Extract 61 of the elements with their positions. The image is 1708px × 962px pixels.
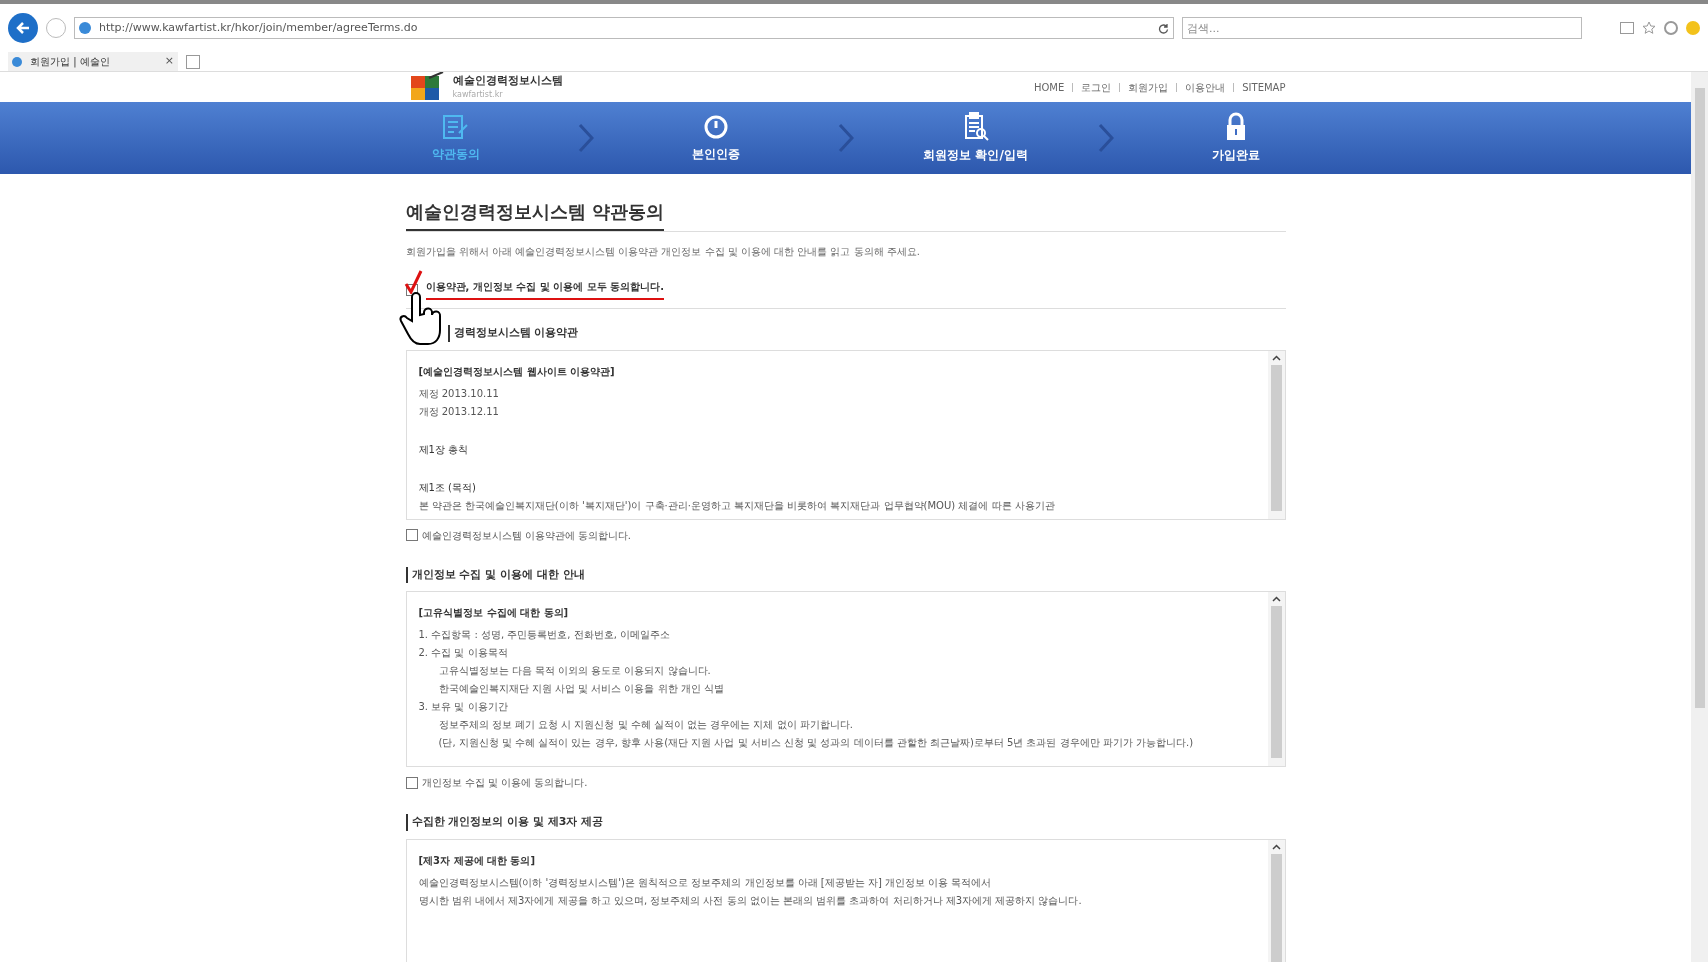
agree-label[interactable]: 개인정보 수집 및 이용에 동의합니다. <box>421 775 588 790</box>
terms-text: 명시한 범위 내에서 제3자에게 제공을 하고 있으며, 정보주체의 사전 동의 없이는 본래의 범위를 초과하여 처리하거나 제3자에게 제공하지 않습니다. <box>418 893 1083 908</box>
scrollbar[interactable] <box>1267 592 1285 766</box>
page-icon <box>79 22 91 34</box>
section-title: 수집한 개인정보의 이용 및 제3자 제공 <box>405 814 1286 831</box>
check-icon <box>403 269 424 294</box>
header-link[interactable]: 로그인 <box>1081 79 1112 95</box>
agree-all-label[interactable]: 이용약관, 개인정보 수집 및 이용에 모두 동의합니다. <box>425 279 664 300</box>
page-icon <box>12 56 22 67</box>
logo-title: 예술인경력정보시스템 <box>452 72 563 89</box>
chevron-icon <box>837 123 854 153</box>
clipboard-icon <box>962 112 989 142</box>
page-scrollbar[interactable] <box>1691 72 1708 962</box>
step-item: 가입완료 <box>1145 112 1326 164</box>
terms-text: 제1조 (목적) <box>418 480 477 495</box>
section-title: 개인정보 수집 및 이용에 대한 안내 <box>405 566 1286 583</box>
search-field[interactable]: 검색... <box>1182 17 1582 39</box>
terms-text: 정보주체의 정보 폐기 요청 시 지원신청 및 수혜 실적이 없는 경우에는 지체 없이 파기합니다. <box>437 718 854 732</box>
logo-subtitle: kawfartist.kr <box>452 89 504 102</box>
step-item: 약관동의 <box>365 113 546 163</box>
chevron-icon <box>577 123 594 153</box>
terms-text: 예술인경력정보시스템(이하 '경력정보시스템')은 원칙적으로 정보주체의 개인정보를 아래 [제공받는 자] 개인정보 이용 목적에서 <box>418 875 993 890</box>
back-icon[interactable] <box>8 13 38 43</box>
terms-text: 제정 2013.10.11 <box>418 386 500 401</box>
lock-icon <box>1224 112 1247 142</box>
browser-tab[interactable]: 회원가입 | 예술인 × <box>8 52 178 71</box>
intro-text: 회원가입을 위해서 아래 예술인경력정보시스템 이용약관 개인정보 수집 및 이용에 대한 안내를 읽고 동의해 주세요. <box>405 245 921 259</box>
terms-text: (단, 지원신청 및 수혜 실적이 있는 경우, 향후 사용(재단 지원 사업 및 서비스 신청 및 성과의 데이터를 관할한 최근날짜)로부터 5년 초과된 경우에만 파기가 가능합니다.) <box>437 736 1195 750</box>
scrollbar[interactable] <box>1267 839 1285 962</box>
terms-text: [제3자 제공에 대한 동의] <box>418 853 537 868</box>
header-link[interactable]: HOME <box>1033 79 1065 95</box>
chevron-icon <box>1097 123 1114 153</box>
refresh-icon[interactable] <box>1158 22 1169 34</box>
document-icon <box>440 113 471 141</box>
star-icon[interactable] <box>1642 21 1656 35</box>
agree-label[interactable]: 예술인경력정보시스템 이용약관에 동의합니다. <box>421 527 632 543</box>
terms-text: 한국예술인복지재단 지원 사업 및 서비스 이용을 위한 개인 식별 <box>437 682 725 696</box>
terms-text: [고유식별정보 수집에 대한 동의] <box>418 606 570 620</box>
header-link[interactable]: 회원가입 <box>1128 79 1169 95</box>
caret-up-icon[interactable] <box>1271 596 1281 602</box>
checkbox[interactable] <box>405 529 418 541</box>
terms-text: 2. 수집 및 이용목적 <box>418 646 509 660</box>
checkbox[interactable] <box>405 776 418 789</box>
logo-icon <box>410 72 445 102</box>
address-bar[interactable]: http://www.kawfartist.kr/hkor/join/member/agreeTerms.do <box>74 17 1174 39</box>
terms-text: 1. 수집항목 : 성명, 주민등록번호, 전화번호, 이메일주소 <box>418 628 672 642</box>
terms-text: 고유식별정보는 다음 목적 이외의 용도로 이용되지 않습니다. <box>437 664 712 678</box>
scrollbar[interactable] <box>1267 350 1285 519</box>
header-link[interactable]: SITEMAP <box>1242 79 1286 95</box>
terms-text: [예술인경력정보시스템 웹사이트 이용약관] <box>418 364 616 379</box>
terms-text: 본 약관은 한국예술인복지재단(이하 '복지재단')이 구축·관리·운영하고 복지재단을 비롯하여 복지재단과 업무협약(MOU) 체결에 따른 사용기관 <box>418 498 1056 513</box>
step-item: 회원정보 확인/입력 <box>885 112 1066 164</box>
header-link[interactable]: 이용안내 <box>1185 79 1226 95</box>
section-title: 경력정보시스템 이용약관 <box>447 325 1286 342</box>
terms-text: 제1장 총칙 <box>418 442 470 457</box>
caret-up-icon[interactable] <box>1271 843 1281 850</box>
new-tab-icon[interactable] <box>186 54 200 69</box>
caret-up-icon[interactable] <box>1271 354 1281 361</box>
terms-text: 3. 보유 및 이용기간 <box>418 700 509 714</box>
step-item: 본인인증 <box>625 113 806 163</box>
terms-text: 개정 2013.12.11 <box>418 404 500 419</box>
